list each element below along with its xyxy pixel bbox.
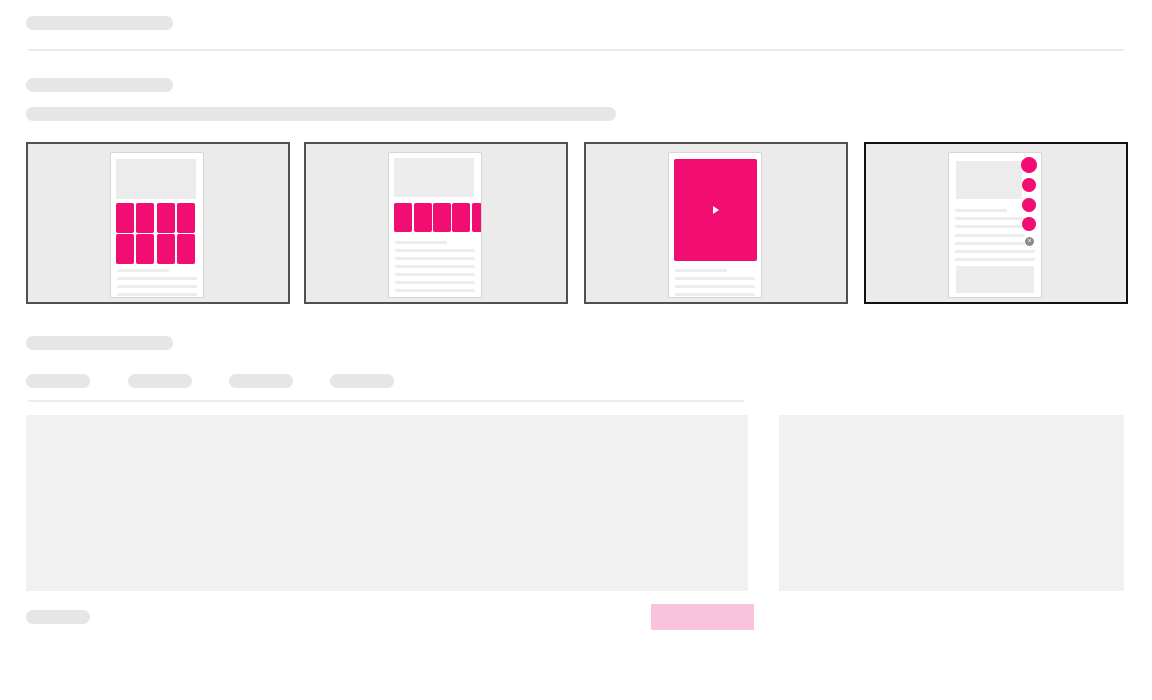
section-description-placeholder bbox=[26, 107, 616, 121]
bubble-icon bbox=[1021, 157, 1037, 173]
play-icon bbox=[713, 206, 719, 214]
grid-tile bbox=[116, 234, 134, 264]
hero-placeholder bbox=[956, 161, 1022, 199]
page-title-placeholder bbox=[26, 16, 173, 30]
tab-4[interactable] bbox=[330, 374, 394, 388]
tab-3[interactable] bbox=[229, 374, 293, 388]
hero-placeholder bbox=[116, 159, 196, 199]
layout-option-video[interactable] bbox=[584, 142, 848, 304]
layout-option-floating-bubbles[interactable]: × bbox=[864, 142, 1128, 304]
grid-tile bbox=[116, 203, 134, 233]
text-line bbox=[395, 265, 475, 268]
text-line bbox=[675, 269, 727, 272]
phone-preview bbox=[110, 152, 204, 298]
phone-preview: × bbox=[948, 152, 1042, 298]
carousel-tile bbox=[394, 203, 412, 232]
editor-panel[interactable] bbox=[26, 415, 748, 591]
text-line bbox=[395, 289, 475, 292]
text-line bbox=[117, 277, 197, 280]
text-line bbox=[955, 258, 1035, 261]
hero-placeholder bbox=[394, 158, 474, 197]
grid-tile bbox=[136, 203, 154, 233]
section-title-placeholder bbox=[26, 78, 173, 92]
text-line bbox=[675, 277, 755, 280]
grid-tile bbox=[157, 234, 175, 264]
text-line bbox=[675, 285, 755, 288]
footer-text-placeholder bbox=[26, 610, 90, 624]
tab-1[interactable] bbox=[26, 374, 90, 388]
bubble-icon bbox=[1022, 217, 1036, 231]
layout-option-carousel[interactable] bbox=[304, 142, 568, 304]
phone-preview bbox=[388, 152, 482, 298]
text-line bbox=[395, 249, 475, 252]
preview-panel bbox=[779, 415, 1124, 591]
tabs-divider bbox=[28, 400, 744, 402]
grid-tile bbox=[136, 234, 154, 264]
text-line bbox=[395, 241, 447, 244]
carousel-tile bbox=[472, 203, 481, 232]
text-line bbox=[117, 285, 197, 288]
bubble-icon bbox=[1022, 198, 1036, 212]
carousel-tile bbox=[433, 203, 451, 232]
grid-tile bbox=[157, 203, 175, 233]
text-line bbox=[955, 242, 1025, 245]
carousel-tile bbox=[414, 203, 432, 232]
grid-tile bbox=[177, 203, 195, 233]
primary-button[interactable] bbox=[651, 604, 754, 630]
carousel-tile bbox=[452, 203, 470, 232]
text-line bbox=[675, 293, 755, 296]
text-line bbox=[117, 293, 197, 296]
text-line bbox=[955, 234, 1025, 237]
text-line bbox=[955, 209, 1007, 212]
layout-option-grid[interactable] bbox=[26, 142, 290, 304]
text-line bbox=[395, 257, 475, 260]
text-line bbox=[955, 225, 1025, 228]
text-line bbox=[395, 281, 475, 284]
grid-tile bbox=[177, 234, 195, 264]
footer-placeholder bbox=[956, 266, 1034, 293]
header-divider bbox=[28, 49, 1124, 51]
bubble-icon bbox=[1022, 178, 1036, 192]
text-line bbox=[395, 273, 475, 276]
close-icon: × bbox=[1025, 237, 1034, 246]
section-title-placeholder bbox=[26, 336, 173, 350]
video-player bbox=[674, 159, 757, 261]
phone-preview bbox=[668, 152, 762, 298]
text-line bbox=[117, 269, 169, 272]
text-line bbox=[955, 250, 1035, 253]
text-line bbox=[955, 217, 1025, 220]
tab-2[interactable] bbox=[128, 374, 192, 388]
